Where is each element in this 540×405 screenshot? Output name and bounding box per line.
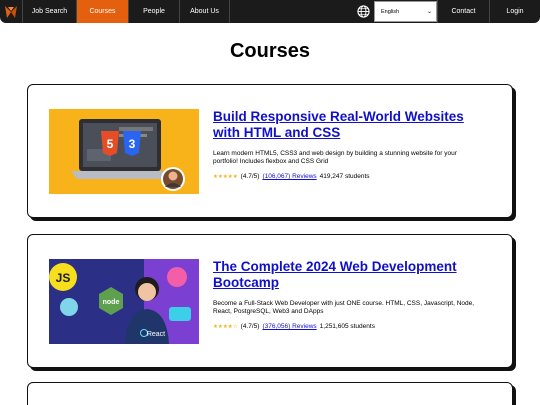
reviews-link[interactable]: (106,067) Reviews <box>262 173 316 180</box>
course-thumbnail-web-bootcamp[interactable]: JS node React <box>49 259 199 344</box>
course-title-link[interactable]: Build Responsive Real-World Websites wit… <box>213 109 483 141</box>
svg-text:JS: JS <box>56 271 71 285</box>
rating-value: (4.7/5) <box>240 173 260 180</box>
course-card <box>27 382 513 405</box>
top-navbar: Job Search Courses People About Us Engli… <box>0 0 540 23</box>
globe-icon <box>352 0 374 23</box>
course-thumbnail-html-css[interactable]: 5 3 <box>49 109 199 194</box>
students-count: 1,251,605 students <box>319 323 375 330</box>
rating-row: ★★★★★ (4.7/5) (106,067) Reviews 419,247 … <box>213 173 483 180</box>
nav-job-search[interactable]: Job Search <box>22 0 76 23</box>
course-info: The Complete 2024 Web Development Bootca… <box>213 259 483 330</box>
language-select[interactable]: English ⌄ <box>374 1 437 22</box>
language-select-value: English <box>381 8 400 15</box>
page-title: Courses <box>229 40 311 62</box>
svg-text:3: 3 <box>129 137 136 151</box>
brand-logo-icon[interactable] <box>0 0 22 23</box>
students-count: 419,247 students <box>319 173 370 180</box>
course-card: 5 3 Build Responsive Real-World Websites… <box>27 84 513 218</box>
star-rating-icon: ★★★★☆ <box>213 323 238 330</box>
course-card: JS node React The Complete 2024 Web Deve… <box>27 234 513 368</box>
reviews-link[interactable]: (376,056) Reviews <box>262 323 316 330</box>
nav-about-us[interactable]: About Us <box>179 0 230 23</box>
svg-text:5: 5 <box>107 137 114 151</box>
nav-courses[interactable]: Courses <box>76 0 128 23</box>
rating-value: (4.7/5) <box>240 323 260 330</box>
svg-text:React: React <box>147 331 165 338</box>
star-rating-icon: ★★★★★ <box>213 173 238 180</box>
course-description: Become a Full-Stack Web Developer with j… <box>213 300 475 315</box>
course-description: Learn modern HTML5, CSS3 and web design … <box>213 150 457 165</box>
rating-row: ★★★★☆ (4.7/5) (376,056) Reviews 1,251,60… <box>213 323 483 330</box>
nav-contact[interactable]: Contact <box>437 0 489 23</box>
svg-text:node: node <box>103 299 120 306</box>
nav-login[interactable]: Login <box>489 0 540 23</box>
course-info: Build Responsive Real-World Websites wit… <box>213 109 483 180</box>
course-title-link[interactable]: The Complete 2024 Web Development Bootca… <box>213 259 483 291</box>
nav-people[interactable]: People <box>128 0 179 23</box>
chevron-down-icon: ⌄ <box>426 9 432 15</box>
